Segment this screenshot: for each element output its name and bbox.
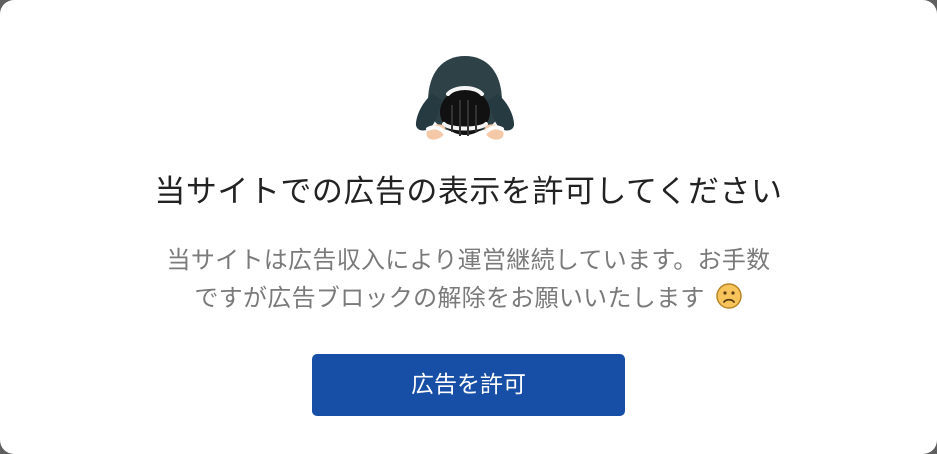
message-line-2: ですが広告ブロックの解除をお願いいたします <box>194 284 705 312</box>
permission-headline: 当サイトでの広告の表示を許可してください <box>154 174 783 210</box>
message-line-2-wrapper: ですが広告ブロックの解除をお願いいたします <box>0 279 937 317</box>
ad-permission-dialog: 当サイトでの広告の表示を許可してください 当サイトは広告収入により運営継続してい… <box>0 0 937 454</box>
allow-ads-button[interactable]: 広告を許可 <box>312 354 625 416</box>
bowing-person-icon <box>415 56 515 140</box>
message-line-1: 当サイトは広告収入により運営継続しています。お手数 <box>166 246 771 274</box>
slightly-frowning-face-icon <box>715 283 742 309</box>
permission-message: 当サイトは広告収入により運営継続しています。お手数 ですが広告ブロックの解除をお… <box>0 241 937 317</box>
